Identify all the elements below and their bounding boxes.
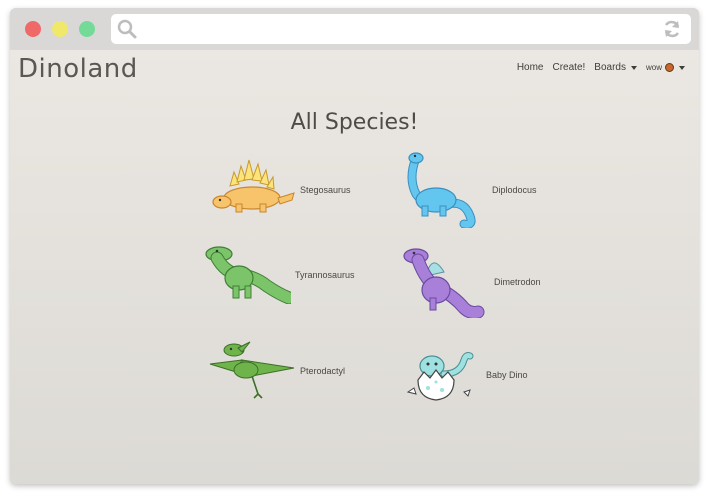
species-card-dimetrodon[interactable]: Dimetrodon [398, 242, 541, 322]
chevron-down-icon [679, 65, 685, 70]
baby-dino-icon [402, 344, 482, 406]
species-card-tyrannosaurus[interactable]: Tyrannosaurus [203, 242, 355, 308]
page-title: All Species! [290, 110, 419, 135]
close-window-button[interactable] [25, 21, 41, 37]
species-name: Diplodocus [492, 185, 537, 195]
nav-home-label: Home [516, 62, 544, 73]
browser-window: Dinoland Home Create! Boards wow All Spe… [10, 8, 699, 484]
species-card-diplodocus[interactable]: Diplodocus [398, 148, 537, 232]
nav-create-link[interactable]: Create! [553, 62, 586, 73]
pterodactyl-icon [208, 338, 296, 404]
address-bar[interactable] [111, 14, 691, 44]
species-name: Pterodactyl [300, 366, 346, 376]
avatar [665, 63, 674, 72]
tyrannosaurus-icon [203, 242, 296, 308]
diplodocus-icon [398, 148, 488, 232]
nav-create-label: Create! [552, 62, 586, 73]
user-name: wow [645, 63, 662, 72]
page-content: Dinoland Home Create! Boards wow All Spe… [10, 50, 699, 484]
nav-boards-label: Boards [594, 62, 626, 73]
nav-home-link[interactable]: Home [517, 62, 544, 73]
top-nav: Home Create! Boards wow [508, 62, 685, 73]
species-name: Stegosaurus [300, 185, 351, 195]
reload-icon[interactable] [661, 18, 683, 44]
user-menu-dropdown[interactable]: wow [646, 63, 685, 72]
species-name: Dimetrodon [494, 277, 541, 287]
nav-boards-dropdown[interactable]: Boards [594, 62, 637, 73]
minimize-window-button[interactable] [52, 21, 68, 37]
chevron-down-icon [630, 65, 637, 70]
brand-logo[interactable]: Dinoland [18, 54, 138, 84]
species-name: Baby Dino [486, 370, 528, 380]
species-card-pterodactyl[interactable]: Pterodactyl [208, 338, 345, 404]
dimetrodon-icon [398, 242, 490, 322]
search-icon [116, 18, 138, 44]
species-card-baby-dino[interactable]: Baby Dino [402, 344, 528, 406]
species-card-stegosaurus[interactable]: Stegosaurus [208, 158, 351, 222]
stegosaurus-icon [208, 158, 296, 222]
maximize-window-button[interactable] [79, 21, 95, 37]
browser-toolbar [10, 8, 699, 50]
species-name: Tyrannosaurus [295, 270, 355, 280]
